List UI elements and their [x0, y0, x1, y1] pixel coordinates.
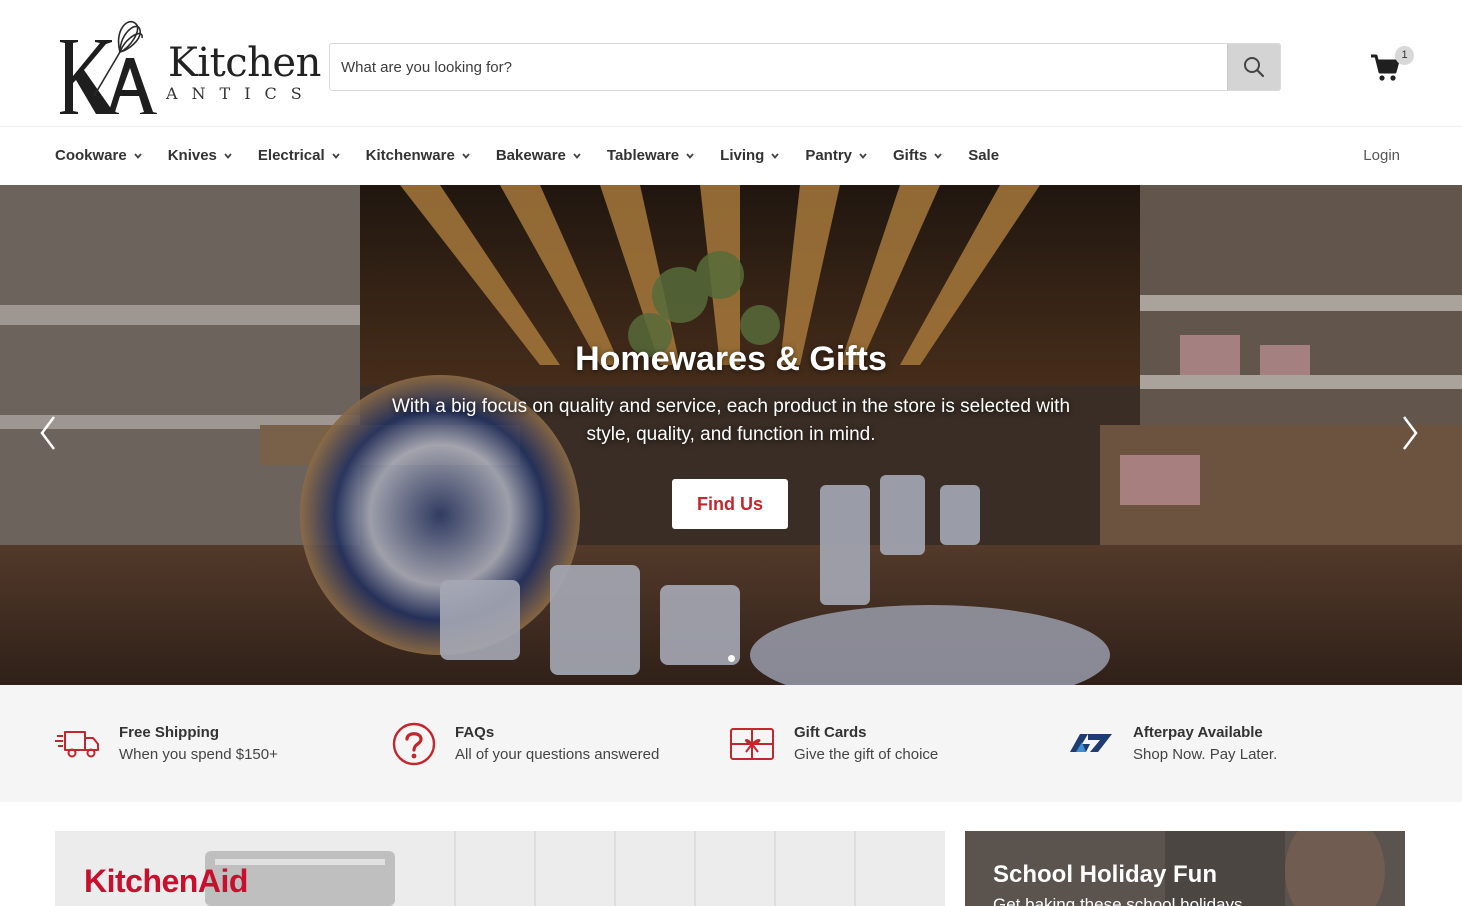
main-navigation: Cookware Knives Electrical Kitchenware Bakew…: [0, 126, 1462, 185]
search-input[interactable]: [330, 44, 1227, 90]
promo-title: KitchenAid: [84, 863, 248, 899]
nav-item-label: Bakeware: [495, 147, 566, 164]
chevron-down-icon: [859, 152, 867, 159]
slide-dots: [0, 655, 1462, 662]
nav-item-label: Sale: [968, 147, 1000, 164]
hero-slideshow: Homewares & Gifts With a big focus on qu…: [0, 185, 1462, 685]
nav-item-kitchenware[interactable]: Kitchenware: [366, 147, 471, 164]
nav-item-label: Kitchenware: [365, 147, 455, 164]
whisk-logo-icon: [60, 21, 157, 114]
feature-subtitle: Shop Now. Pay Later.: [1133, 746, 1278, 763]
chevron-down-icon: [771, 152, 780, 159]
previous-slide-arrow-icon[interactable]: [36, 413, 60, 453]
features-bar: Free Shipping When you spend $150+ FAQs …: [0, 685, 1462, 802]
nav-item-label: Knives: [167, 147, 217, 164]
chevron-down-icon: [224, 152, 232, 159]
nav-list: Cookware Knives Electrical Kitchenware Bakew…: [55, 147, 1024, 164]
cart-button[interactable]: 1: [1368, 46, 1416, 88]
chevron-down-icon: [331, 152, 340, 159]
chevron-down-icon: [462, 152, 470, 159]
nav-item-pantry[interactable]: Pantry: [805, 147, 868, 164]
chevron-down-icon: [134, 152, 142, 159]
search-icon: [1244, 57, 1265, 78]
nav-item-living[interactable]: Living: [720, 147, 780, 164]
feature-title: Afterpay Available: [1133, 724, 1263, 741]
nav-item-label: Living: [720, 147, 765, 164]
next-slide-arrow-icon[interactable]: [1398, 413, 1422, 453]
nav-item-bakeware[interactable]: Bakeware: [496, 147, 582, 164]
site-logo[interactable]: Kitchen ANTICS: [56, 18, 321, 118]
feature-faqs[interactable]: FAQs All of your questions answered: [392, 722, 692, 770]
logo-wordmark: Kitchen: [168, 40, 321, 86]
site-header: Kitchen ANTICS 1: [0, 0, 1462, 126]
chevron-down-icon: [686, 152, 694, 159]
find-us-button[interactable]: Find Us: [672, 479, 788, 529]
nav-item-knives[interactable]: Knives: [168, 147, 233, 164]
question-icon: [392, 722, 436, 766]
logo-subtitle: ANTICS: [166, 84, 316, 103]
cart-count-badge: 1: [1395, 46, 1414, 65]
nav-item-label: Gifts: [893, 147, 928, 164]
gift-card-icon: [730, 728, 774, 760]
feature-title: Free Shipping: [119, 724, 220, 741]
feature-afterpay[interactable]: Afterpay Available Shop Now. Pay Later.: [1068, 722, 1368, 770]
feature-subtitle: All of your questions answered: [455, 746, 660, 763]
truck-icon: [55, 731, 99, 758]
feature-free-shipping[interactable]: Free Shipping When you spend $150+: [55, 722, 355, 770]
feature-title: FAQs: [455, 724, 495, 741]
nav-item-sale[interactable]: Sale: [968, 147, 999, 164]
search-bar: [329, 43, 1281, 91]
hero-description: With a big focus on quality and service,…: [391, 396, 1071, 445]
nav-item-label: Tableware: [606, 147, 680, 164]
feature-subtitle: Give the gift of choice: [794, 746, 939, 763]
login-link[interactable]: Login: [1363, 147, 1400, 164]
chevron-down-icon: [573, 152, 581, 159]
feature-subtitle: When you spend $150+: [119, 746, 278, 763]
nav-item-label: Pantry: [805, 147, 853, 164]
afterpay-icon: [1070, 734, 1112, 752]
nav-item-label: Cookware: [55, 147, 127, 164]
feature-title: Gift Cards: [794, 724, 867, 741]
chevron-down-icon: [934, 152, 942, 159]
search-button[interactable]: [1227, 44, 1280, 90]
hero-title: Homewares & Gifts: [575, 340, 887, 378]
promo-subtitle: Get baking these school holidays: [993, 895, 1243, 906]
nav-item-label: Electrical: [257, 147, 325, 164]
promo-tile-school-holiday[interactable]: School Holiday Fun Get baking these scho…: [965, 831, 1405, 906]
nav-item-gifts[interactable]: Gifts: [893, 147, 943, 164]
nav-item-electrical[interactable]: Electrical: [258, 147, 341, 164]
feature-gift-cards[interactable]: Gift Cards Give the gift of choice: [729, 722, 1029, 770]
nav-item-tableware[interactable]: Tableware: [607, 147, 695, 164]
promo-tile-kitchenaid[interactable]: KitchenAid: [55, 831, 945, 906]
slide-dot[interactable]: [727, 655, 735, 662]
promo-title: School Holiday Fun: [993, 861, 1218, 888]
nav-item-cookware[interactable]: Cookware: [55, 147, 143, 164]
